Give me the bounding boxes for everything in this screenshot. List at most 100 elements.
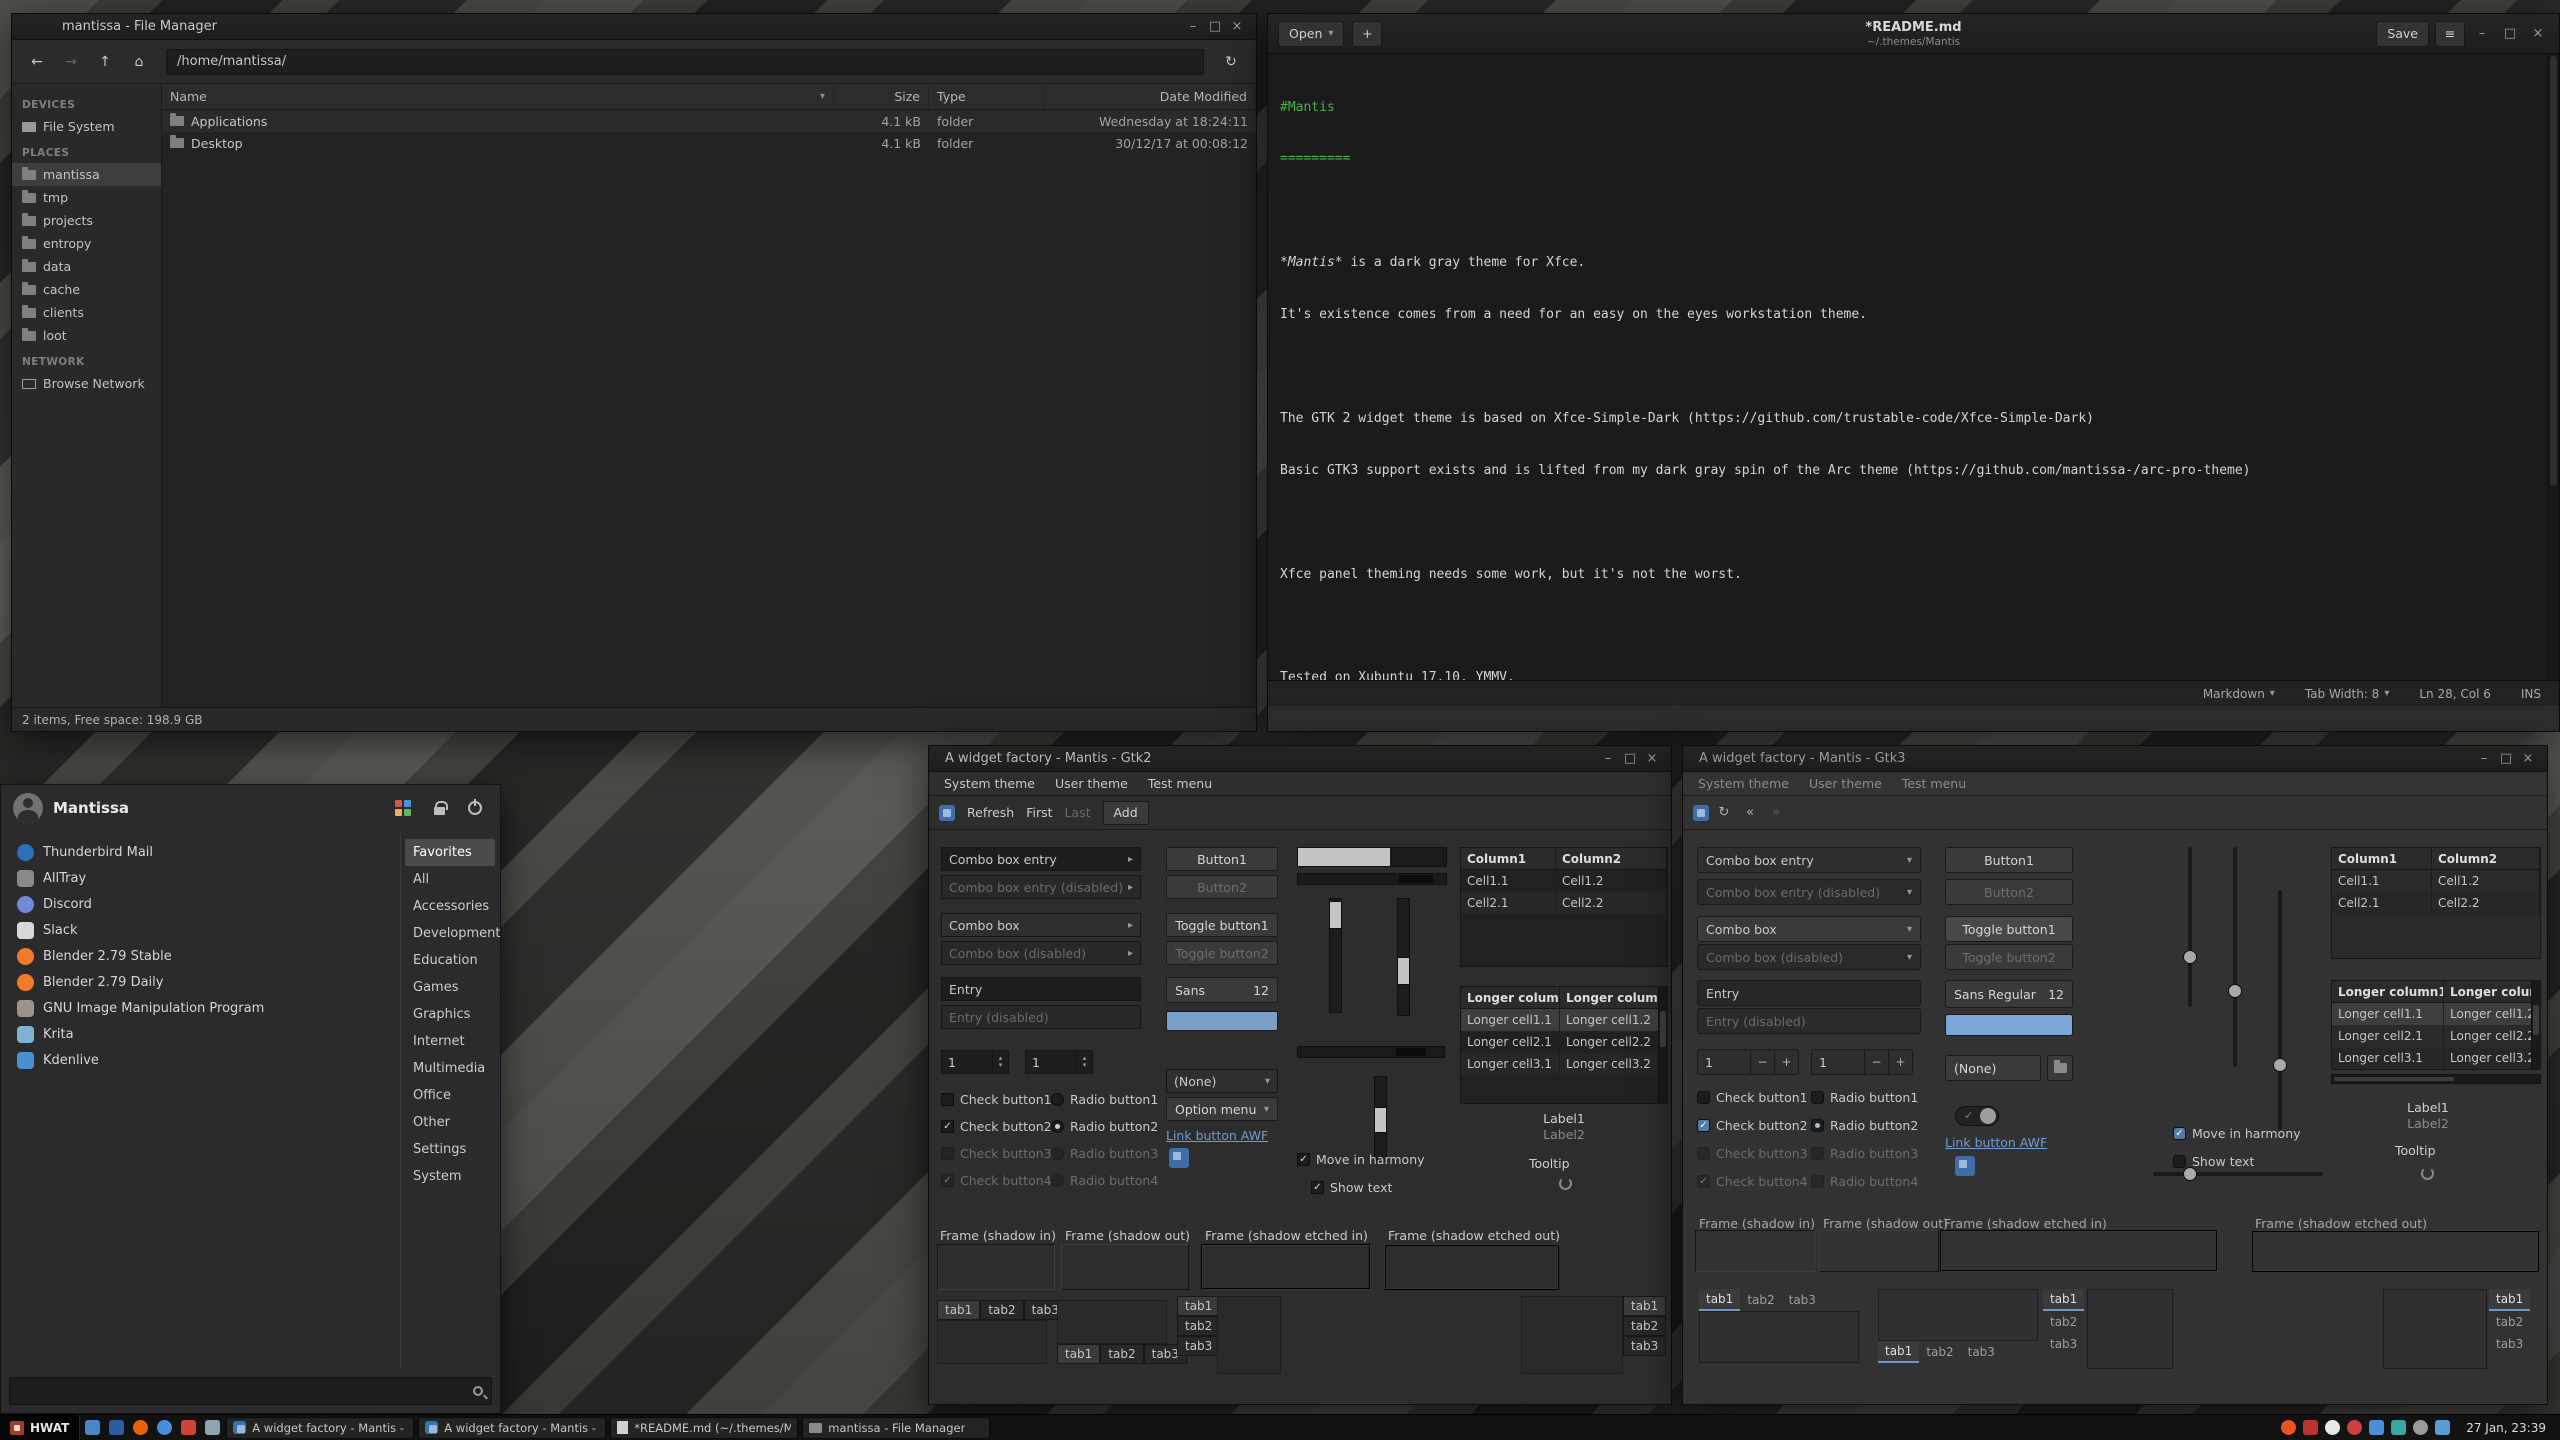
sidebar-item-clients[interactable]: clients [12,301,161,324]
table-row[interactable]: Longer cell3.1Longer cell3.2 [2332,1047,2540,1069]
category-graphics[interactable]: Graphics [405,1001,495,1028]
category-internet[interactable]: Internet [405,1028,495,1055]
tray-icon[interactable] [2435,1420,2450,1435]
check-button-2[interactable]: ✓Check button2 [941,1118,1052,1134]
link-button[interactable]: Link button AWF [1166,1128,1268,1143]
category-games[interactable]: Games [405,974,495,1001]
clock[interactable]: 27 Jan, 23:39 [2460,1421,2560,1435]
tab-tab1[interactable]: tab1 [1878,1341,1919,1363]
tab-tab3[interactable]: tab3 [1961,1341,2002,1363]
tray-icon[interactable] [2281,1420,2296,1435]
table-longer-columns[interactable]: Longer column1Longer column2 Longer cell… [1460,986,1668,1104]
color-button[interactable] [1945,1014,2073,1036]
close-icon[interactable]: × [1226,19,1248,34]
new-document-button[interactable]: + [1352,21,1382,47]
search-bar[interactable] [9,1377,492,1405]
table-row[interactable]: Longer cell2.1Longer cell2.2 [1461,1031,1667,1053]
button1[interactable]: Button1 [1166,847,1278,871]
toggle-button1[interactable]: Toggle button1 [1945,916,2073,942]
tab-tab2[interactable]: tab2 [1623,1316,1666,1336]
tab-tab2[interactable]: tab2 [2489,1311,2530,1333]
app-item-krita[interactable]: Krita [9,1021,396,1047]
app-launcher[interactable] [80,1415,104,1440]
add-button[interactable]: Add [1103,801,1149,825]
sidebar-item-cache[interactable]: cache [12,278,161,301]
reload-icon[interactable]: ↻ [1216,49,1246,75]
radio-button-2[interactable]: Radio button2 [1051,1118,1158,1134]
first-button[interactable]: First [1026,805,1052,820]
tray-icon[interactable] [2369,1420,2384,1435]
file-chooser-button[interactable]: (None)▾ [1166,1069,1278,1093]
app-item-kdenlive[interactable]: Kdenlive [9,1047,396,1073]
check-button-1[interactable]: Check button1 [941,1091,1052,1107]
entry[interactable]: Entry [1697,980,1921,1006]
column-name[interactable]: Name▾ [162,84,834,109]
sidebar-item-file-system[interactable]: File System [12,115,161,138]
maximize-icon[interactable]: □ [2499,26,2521,41]
combo-box[interactable]: Combo box▾ [1697,916,1921,942]
scale-knob[interactable] [2228,984,2242,998]
app-item-gimp[interactable]: GNU Image Manipulation Program [9,995,396,1021]
tray-icon[interactable] [2413,1420,2428,1435]
app-item-slack[interactable]: Slack [9,917,396,943]
table-row-selected[interactable]: Longer cell1.1Longer cell1.2 [2332,1003,2540,1025]
sidebar-item-mantissa[interactable]: mantissa [12,163,161,186]
tray-icon[interactable] [2303,1420,2318,1435]
color-button[interactable] [1166,1011,1278,1031]
category-education[interactable]: Education [405,947,495,974]
show-text-checkbox[interactable]: ✓Show text [1311,1179,1392,1195]
vertical-scale[interactable] [1397,898,1410,1016]
combo-box[interactable]: Combo box▸ [941,913,1141,937]
last-button[interactable]: Last [1065,805,1091,820]
tab-tab2[interactable]: tab2 [1919,1341,1960,1363]
minimize-icon[interactable]: – [1182,19,1204,34]
forward-icon[interactable]: → [56,49,86,75]
scrollbar[interactable] [2547,54,2559,680]
radio-button-2[interactable]: Radio button2 [1811,1117,1918,1133]
vertical-scale[interactable] [1329,898,1342,1013]
column-type[interactable]: Type [929,84,1044,109]
tab-tab3[interactable]: tab3 [1782,1289,1823,1311]
sidebar-item-data[interactable]: data [12,255,161,278]
tab-tab3[interactable]: tab3 [2489,1333,2530,1355]
minimize-icon[interactable]: – [2473,751,2495,766]
tab-tab1[interactable]: tab1 [2043,1289,2084,1311]
tab-tab1[interactable]: tab1 [2489,1289,2530,1311]
tab-tab1[interactable]: tab1 [1057,1344,1100,1364]
horizontal-scale[interactable] [1297,1046,1445,1058]
menu-system-theme[interactable]: System theme [1689,774,1798,793]
table-row[interactable]: Longer cell3.1Longer cell3.2 [1461,1053,1667,1075]
option-menu[interactable]: Option menu▾ [1166,1097,1278,1121]
log-out-button[interactable] [462,795,488,821]
move-in-harmony-checkbox[interactable]: ✓Move in harmony [1297,1151,1425,1167]
spin-minus-icon[interactable]: − [1864,1050,1888,1074]
tab-tab1[interactable]: tab1 [1623,1296,1666,1316]
file-open-button[interactable] [2047,1055,2073,1081]
combo-box-entry[interactable]: Combo box entry▾ [1697,847,1921,873]
language-selector[interactable]: Markdown▾ [2203,687,2275,701]
column-size[interactable]: Size [834,84,929,109]
menu-button[interactable]: ≡ [2435,21,2465,47]
sidebar-item-projects[interactable]: projects [12,209,161,232]
app-item-blender-stable[interactable]: Blender 2.79 Stable [9,943,396,969]
combo-box-entry[interactable]: Combo box entry▸ [941,847,1141,871]
sidebar-item-browse-network[interactable]: Browse Network [12,372,161,395]
font-button[interactable]: Sans12 [1166,977,1278,1003]
vertical-scale[interactable] [2278,890,2282,1130]
table-row[interactable]: Cell1.1Cell1.2 [1461,870,1667,892]
menu-test-menu[interactable]: Test menu [1893,774,1975,793]
spin-button[interactable]: 1−+ [1811,1049,1913,1075]
refresh-button[interactable]: Refresh [967,805,1014,820]
horizontal-scrollbar[interactable] [1297,873,1447,885]
tab-tab3[interactable]: tab3 [2043,1333,2084,1355]
tab-tab1[interactable]: tab1 [937,1300,980,1320]
app-launcher[interactable] [200,1415,224,1440]
taskbar-window-readme[interactable]: *README.md (~/.themes/Ma... [610,1417,798,1439]
category-favorites[interactable]: Favorites [405,839,495,866]
menu-system-theme[interactable]: System theme [935,774,1044,793]
text-area[interactable]: #Mantis ========= *Mantis* is a dark gra… [1268,54,2559,680]
sidebar-item-tmp[interactable]: tmp [12,186,161,209]
table-row[interactable]: Cell2.1Cell2.2 [2332,892,2540,914]
spin-button[interactable]: 1▴▾ [941,1050,1009,1074]
horizontal-scale[interactable] [2153,1172,2323,1176]
